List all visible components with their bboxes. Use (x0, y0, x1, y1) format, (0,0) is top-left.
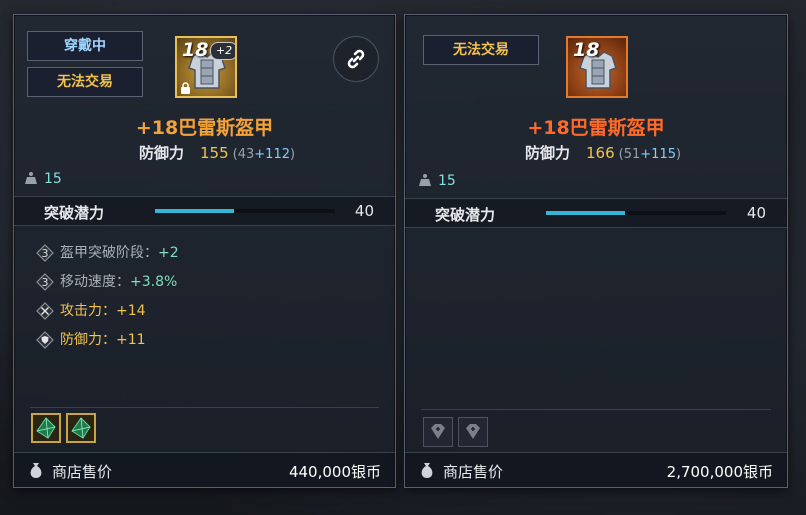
tier-3-icon: 3 (36, 244, 54, 262)
item-name: +18巴雷斯盔甲 (527, 117, 665, 139)
shop-price-label: 商店售价 (443, 463, 504, 481)
weight-value: 15 (44, 171, 62, 187)
defense-bonus: +112 (254, 147, 290, 162)
equipped-tag: 穿戴中 (27, 31, 143, 61)
green-crystal-icon (36, 417, 56, 439)
item-icon[interactable]: 18 (566, 36, 628, 98)
shield-icon (36, 331, 54, 349)
link-button[interactable] (333, 36, 379, 82)
effect-label: 防御力： (60, 332, 116, 348)
crossed-swords-icon (36, 302, 54, 320)
defense-value: 155 (200, 144, 229, 162)
breakthrough-potential: 突破潜力 40 (14, 196, 395, 226)
weight-icon (419, 174, 431, 186)
effect-label: 移动速度： (60, 274, 130, 290)
defense-breakdown: (43+112) (233, 147, 295, 162)
potential-bar-fill (155, 209, 235, 213)
potential-bar (546, 211, 726, 215)
crystal-slot[interactable] (66, 413, 96, 443)
money-bag-icon (30, 463, 42, 478)
enhance-level: 18 (573, 39, 600, 61)
defense-stat: 防御力 166 (51+115) (525, 142, 681, 163)
lock-icon (181, 82, 190, 94)
defense-base: (43 (232, 147, 255, 162)
potential-label: 突破潜力 (435, 206, 496, 224)
effect-row: 3 盔甲突破阶段：+2 (36, 243, 179, 263)
untradable-tag: 无法交易 (27, 67, 143, 97)
weight: 15 (24, 171, 62, 187)
tier-number: 3 (42, 247, 49, 260)
effect-value: +14 (116, 303, 146, 319)
tier-number: 3 (42, 276, 49, 289)
untradable-tag: 无法交易 (423, 35, 539, 65)
empty-gem-icon (431, 424, 445, 439)
weight-icon (25, 172, 37, 184)
money-bag-icon (421, 463, 433, 478)
defense-label: 防御力 (525, 144, 571, 162)
empty-gem-icon (466, 424, 480, 439)
shop-price-bar: 商店售价 440,000银币 (14, 452, 395, 487)
effect-row: 3 移动速度：+3.8% (36, 272, 177, 292)
potential-value: 40 (746, 204, 766, 222)
crystal-slot[interactable] (31, 413, 61, 443)
shop-price-bar: 商店售价 2,700,000银币 (405, 452, 787, 487)
defense-value: 166 (586, 144, 615, 162)
weight-value: 15 (438, 173, 456, 189)
divider (421, 409, 771, 410)
chain-link-icon (347, 49, 365, 69)
defense-label: 防御力 (139, 144, 185, 162)
defense-close: ) (676, 147, 682, 162)
divider (30, 407, 379, 408)
potential-value: 40 (354, 202, 374, 220)
effect-value: +3.8% (130, 274, 178, 290)
effect-row: 攻击力：+14 (36, 301, 146, 321)
shop-price-label: 商店售价 (52, 463, 113, 481)
effect-value: +2 (158, 245, 179, 261)
empty-crystal-slot[interactable] (423, 417, 453, 447)
green-crystal-icon (71, 417, 91, 439)
defense-base: (51 (618, 147, 641, 162)
enhance-bonus-badge: +2 (210, 42, 235, 60)
equipped-item-tooltip: 穿戴中 无法交易 18 +2 +18巴雷斯盔甲 防御力155(43+112) (13, 14, 396, 488)
empty-crystal-slot[interactable] (458, 417, 488, 447)
defense-close: ) (290, 147, 296, 162)
defense-bonus: +115 (640, 147, 676, 162)
shop-price-value: 440,000银币 (288, 463, 381, 481)
potential-bar (155, 209, 335, 213)
defense-stat: 防御力 155 (43+112) (139, 142, 295, 163)
potential-bar-fill (546, 211, 626, 215)
effect-row: 防御力：+11 (36, 330, 146, 350)
effect-label: 盔甲突破阶段： (60, 245, 158, 261)
potential-label: 突破潜力 (44, 204, 105, 222)
effect-value: +11 (116, 332, 146, 348)
effect-label: 攻击力： (60, 303, 116, 319)
item-icon[interactable]: 18 +2 (175, 36, 237, 98)
breakthrough-potential: 突破潜力 40 (405, 198, 787, 228)
tier-3-icon: 3 (36, 273, 54, 291)
item-name: +18巴雷斯盔甲 (135, 117, 274, 139)
defense-breakdown: (51+115) (619, 147, 681, 162)
weight: 15 (418, 173, 456, 189)
compare-item-tooltip: 无法交易 18 +18巴雷斯盔甲 防御力 166 (51+115) 15 突破潜力 … (404, 14, 788, 488)
shop-price-value: 2,700,000银币 (666, 463, 773, 481)
enhance-level: 18 (182, 39, 209, 61)
